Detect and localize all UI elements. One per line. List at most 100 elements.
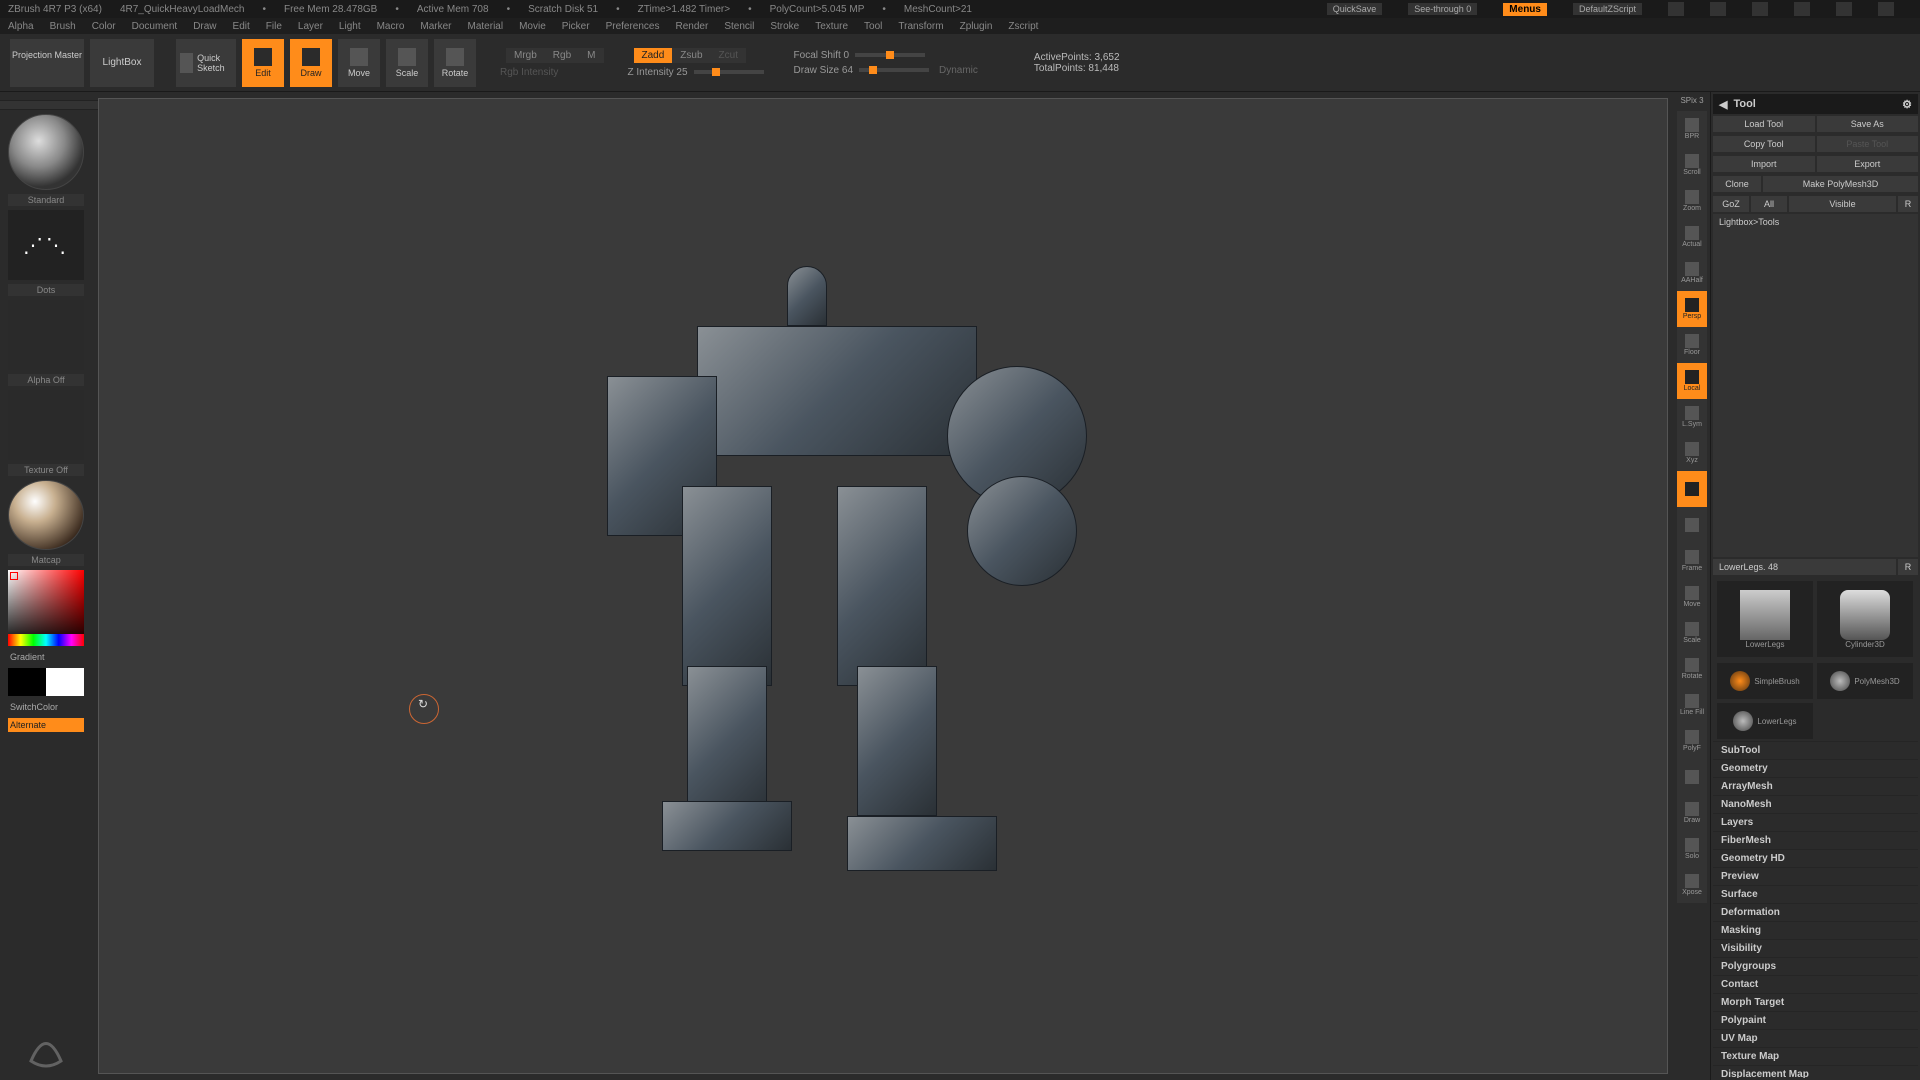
shelf-floor[interactable]: Floor <box>1677 327 1707 363</box>
alternate-button[interactable]: Alternate <box>8 718 84 732</box>
draw-mode-button[interactable]: Draw <box>290 39 332 87</box>
shelf-move[interactable]: Move <box>1677 579 1707 615</box>
menu-alpha[interactable]: Alpha <box>8 21 34 32</box>
quick-sketch-button[interactable]: Quick Sketch <box>176 39 236 87</box>
window-icon-3[interactable] <box>1752 2 1768 16</box>
tool-thumb-cylinder[interactable]: Cylinder3D <box>1817 581 1913 657</box>
shelf-persp[interactable]: Persp <box>1677 291 1707 327</box>
goz-all-button[interactable]: All <box>1751 196 1787 212</box>
section-surface[interactable]: Surface <box>1713 885 1918 903</box>
shelf-zoom[interactable]: Zoom <box>1677 183 1707 219</box>
goz-visible-button[interactable]: Visible <box>1789 196 1896 212</box>
shelf-xyz[interactable]: Xyz <box>1677 435 1707 471</box>
zcut-button[interactable]: Zcut <box>711 48 746 63</box>
menu-brush[interactable]: Brush <box>50 21 76 32</box>
section-uv-map[interactable]: UV Map <box>1713 1029 1918 1047</box>
tool-thumb-simplebrush[interactable]: SimpleBrush <box>1717 663 1813 699</box>
tool-name-field[interactable]: LowerLegs. 48 <box>1713 559 1896 575</box>
shelf-actual[interactable]: Actual <box>1677 219 1707 255</box>
menu-zplugin[interactable]: Zplugin <box>960 21 993 32</box>
shelf-bpr[interactable]: BPR <box>1677 111 1707 147</box>
menu-file[interactable]: File <box>266 21 282 32</box>
section-layers[interactable]: Layers <box>1713 813 1918 831</box>
material-thumbnail[interactable] <box>8 480 84 550</box>
edit-mode-button[interactable]: Edit <box>242 39 284 87</box>
shelf-scale[interactable]: Scale <box>1677 615 1707 651</box>
z-intensity-slider[interactable]: Z Intensity 25 <box>628 67 688 78</box>
import-button[interactable]: Import <box>1713 156 1815 172</box>
gear-icon[interactable]: ⚙ <box>1902 98 1912 111</box>
menu-light[interactable]: Light <box>339 21 361 32</box>
section-polypaint[interactable]: Polypaint <box>1713 1011 1918 1029</box>
save-as-button[interactable]: Save As <box>1817 116 1919 132</box>
shelf-linefill[interactable]: Line Fill <box>1677 687 1707 723</box>
close-icon[interactable] <box>1878 2 1894 16</box>
menu-material[interactable]: Material <box>468 21 504 32</box>
m-button[interactable]: M <box>579 48 603 63</box>
primary-color-swatch[interactable] <box>46 668 84 696</box>
shelf-btn10[interactable] <box>1677 471 1707 507</box>
menus-button[interactable]: Menus <box>1503 3 1547 16</box>
tool-thumb-polymesh[interactable]: PolyMesh3D <box>1817 663 1913 699</box>
section-texture-map[interactable]: Texture Map <box>1713 1047 1918 1065</box>
menu-zscript[interactable]: Zscript <box>1008 21 1038 32</box>
section-masking[interactable]: Masking <box>1713 921 1918 939</box>
menu-stencil[interactable]: Stencil <box>724 21 754 32</box>
shelf-btn18[interactable] <box>1677 759 1707 795</box>
stroke-thumbnail[interactable]: ⋰⋱ <box>8 210 84 280</box>
focal-shift-slider[interactable]: Focal Shift 0 <box>794 50 850 61</box>
menu-layer[interactable]: Layer <box>298 21 323 32</box>
rotate-mode-button[interactable]: Rotate <box>434 39 476 87</box>
alpha-thumbnail[interactable] <box>8 300 84 370</box>
tool-thumb-active[interactable]: LowerLegs <box>1717 581 1813 657</box>
section-morph-target[interactable]: Morph Target <box>1713 993 1918 1011</box>
lightbox-button[interactable]: LightBox <box>90 39 154 87</box>
section-displacement-map[interactable]: Displacement Map <box>1713 1065 1918 1078</box>
section-deformation[interactable]: Deformation <box>1713 903 1918 921</box>
projection-master-button[interactable]: Projection Master <box>10 39 84 87</box>
menu-tool[interactable]: Tool <box>864 21 882 32</box>
zadd-button[interactable]: Zadd <box>634 48 673 63</box>
lightbox-tools-button[interactable]: Lightbox>Tools <box>1713 214 1918 557</box>
paste-tool-button[interactable]: Paste Tool <box>1817 136 1919 152</box>
window-icon-2[interactable] <box>1710 2 1726 16</box>
menu-marker[interactable]: Marker <box>420 21 451 32</box>
doc-nav-bar[interactable] <box>0 100 111 110</box>
goz-button[interactable]: GoZ <box>1713 196 1749 212</box>
section-polygroups[interactable]: Polygroups <box>1713 957 1918 975</box>
shelf-lsym[interactable]: L.Sym <box>1677 399 1707 435</box>
shelf-solo[interactable]: Solo <box>1677 831 1707 867</box>
menu-edit[interactable]: Edit <box>233 21 250 32</box>
mrgb-button[interactable]: Mrgb <box>506 48 545 63</box>
shelf-frame[interactable]: Frame <box>1677 543 1707 579</box>
move-mode-button[interactable]: Move <box>338 39 380 87</box>
scale-mode-button[interactable]: Scale <box>386 39 428 87</box>
menu-movie[interactable]: Movie <box>519 21 546 32</box>
shelf-polyf[interactable]: PolyF <box>1677 723 1707 759</box>
menu-color[interactable]: Color <box>92 21 116 32</box>
section-preview[interactable]: Preview <box>1713 867 1918 885</box>
color-picker[interactable] <box>8 570 84 646</box>
section-nanomesh[interactable]: NanoMesh <box>1713 795 1918 813</box>
section-subtool[interactable]: SubTool <box>1713 741 1918 759</box>
shelf-aahalf[interactable]: AAHalf <box>1677 255 1707 291</box>
gradient-label[interactable]: Gradient <box>8 650 84 664</box>
load-tool-button[interactable]: Load Tool <box>1713 116 1815 132</box>
seethrough-slider[interactable]: See-through 0 <box>1408 3 1477 15</box>
shelf-rotate[interactable]: Rotate <box>1677 651 1707 687</box>
maximize-icon[interactable] <box>1836 2 1852 16</box>
viewport-canvas[interactable] <box>98 98 1668 1074</box>
clone-button[interactable]: Clone <box>1713 176 1761 192</box>
zsub-button[interactable]: Zsub <box>672 48 710 63</box>
menu-transform[interactable]: Transform <box>898 21 943 32</box>
default-zscript[interactable]: DefaultZScript <box>1573 3 1642 15</box>
menu-texture[interactable]: Texture <box>815 21 848 32</box>
tool-r-button[interactable]: R <box>1898 559 1918 575</box>
section-geometry[interactable]: Geometry <box>1713 759 1918 777</box>
menu-macro[interactable]: Macro <box>377 21 405 32</box>
section-contact[interactable]: Contact <box>1713 975 1918 993</box>
export-button[interactable]: Export <box>1817 156 1919 172</box>
section-geometry-hd[interactable]: Geometry HD <box>1713 849 1918 867</box>
secondary-color-swatch[interactable] <box>8 668 46 696</box>
minimize-icon[interactable] <box>1794 2 1810 16</box>
